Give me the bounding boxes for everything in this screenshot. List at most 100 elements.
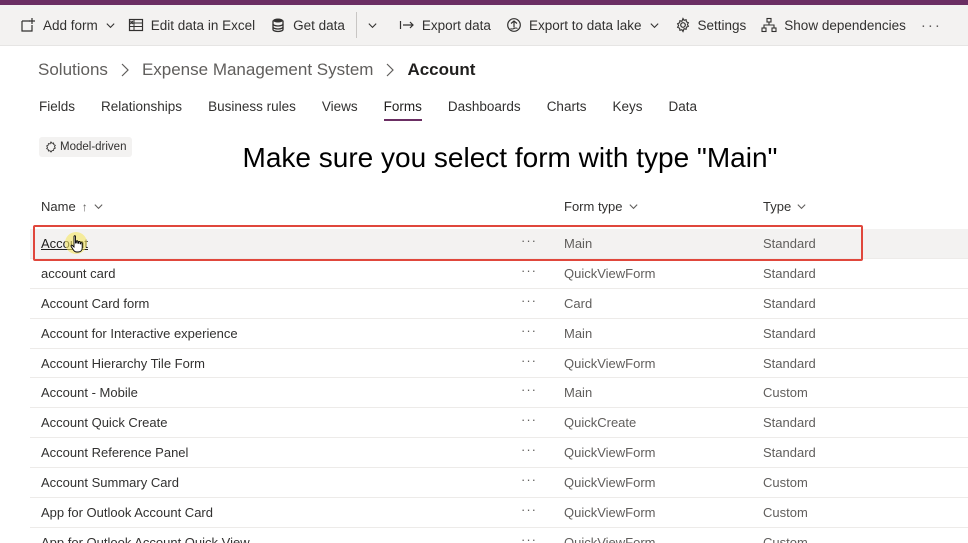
data-lake-icon [506, 17, 522, 33]
column-form-type-label: Form type [564, 199, 623, 214]
table-row[interactable]: Account Hierarchy Tile Form ··· QuickViewF… [30, 349, 968, 379]
form-name-cell[interactable]: App for Outlook Account Quick View [41, 535, 250, 543]
tab-fields[interactable]: Fields [39, 98, 75, 118]
chevron-right-icon [120, 63, 130, 77]
table-row[interactable]: Account Quick Create ··· QuickCreate Standa… [30, 408, 968, 439]
edit-in-excel-label: Edit data in Excel [150, 17, 256, 33]
chevron-right-icon [385, 63, 395, 77]
chevron-down-icon [628, 204, 638, 210]
get-data-dropdown-button[interactable] [367, 5, 384, 45]
column-type-label: Type [763, 199, 792, 214]
type-cell: Standard [763, 355, 816, 371]
tab-dashboards[interactable]: Dashboards [448, 98, 521, 118]
export-data-button[interactable]: Export data [399, 5, 491, 45]
breadcrumb-solutions[interactable]: Solutions [38, 60, 108, 80]
table-row[interactable]: App for Outlook Account Card ··· QuickView… [30, 498, 968, 528]
form-name-cell[interactable]: Account for Interactive experience [41, 326, 238, 341]
form-name-cell[interactable]: App for Outlook Account Card [41, 505, 213, 520]
type-cell: Custom [763, 385, 808, 401]
gear-icon [675, 17, 691, 33]
instruction-overlay-text: Make sure you select form with type "Mai… [242, 142, 778, 173]
row-actions-button[interactable]: ··· [521, 233, 537, 248]
type-cell: Standard [763, 236, 816, 251]
form-name-cell[interactable]: Account - Mobile [41, 385, 138, 400]
settings-label: Settings [697, 17, 747, 33]
table-row[interactable]: Account Summary Card ··· QuickViewForm Cust… [30, 468, 968, 499]
column-header-form-type[interactable]: Form type [564, 199, 639, 214]
form-name-cell[interactable]: Account [41, 236, 88, 251]
chevron-down-icon[interactable] [367, 20, 378, 31]
table-tabs: Fields Relationships Business rules View… [39, 98, 723, 124]
row-actions-button[interactable]: ··· [521, 353, 537, 368]
table-row[interactable]: App for Outlook Account Quick View ··· Qui… [30, 528, 968, 543]
row-actions-button[interactable]: ··· [521, 263, 537, 278]
export-data-label: Export data [421, 17, 491, 33]
tab-keys[interactable]: Keys [612, 98, 642, 118]
form-name-cell[interactable]: account card [41, 266, 115, 281]
tab-forms[interactable]: Forms [383, 98, 423, 121]
row-actions-button[interactable]: ··· [521, 472, 537, 487]
tab-charts[interactable]: Charts [547, 98, 587, 118]
breadcrumb-current: Account [407, 60, 476, 79]
row-actions-button[interactable]: ··· [521, 502, 537, 517]
breadcrumb-solution-name[interactable]: Expense Management System [142, 60, 374, 80]
settings-button[interactable]: Settings [675, 5, 747, 45]
tab-business-rules[interactable]: Business rules [208, 98, 296, 118]
table-row[interactable]: Account ··· Main Standard [30, 229, 968, 259]
form-type-cell: QuickViewForm [564, 355, 656, 371]
type-cell: Standard [763, 445, 816, 461]
type-cell: Custom [763, 505, 808, 521]
form-name-cell[interactable]: Account Summary Card [41, 475, 179, 490]
tab-relationships[interactable]: Relationships [101, 98, 182, 118]
command-bar: Add form Edit data in Excel Get data Exp… [0, 5, 968, 46]
form-type-cell: QuickViewForm [564, 505, 656, 521]
row-actions-button[interactable]: ··· [521, 412, 537, 427]
chevron-down-icon[interactable] [105, 20, 116, 31]
more-commands-button[interactable]: ··· [921, 5, 942, 45]
get-data-button[interactable]: Get data [270, 5, 345, 45]
type-cell: Custom [763, 475, 808, 491]
tab-views[interactable]: Views [322, 98, 358, 118]
grid-header: Name ↑ Form type Type [0, 196, 968, 222]
row-actions-button[interactable]: ··· [521, 323, 537, 338]
form-type-cell: QuickViewForm [564, 475, 656, 491]
sort-ascending-icon: ↑ [81, 199, 88, 214]
row-actions-button[interactable]: ··· [521, 532, 537, 543]
form-name-cell[interactable]: Account Card form [41, 296, 149, 311]
tab-data[interactable]: Data [668, 98, 697, 118]
table-row[interactable]: Account Card form ··· Card Standard [30, 289, 968, 319]
show-dependencies-button[interactable]: Show dependencies [761, 5, 906, 45]
form-type-cell: Main [564, 325, 593, 341]
add-form-button[interactable]: Add form [20, 5, 116, 45]
row-actions-button[interactable]: ··· [521, 382, 537, 397]
form-name-cell[interactable]: Account Quick Create [41, 415, 167, 430]
chevron-down-icon[interactable] [649, 20, 660, 31]
row-actions-button[interactable]: ··· [521, 293, 537, 308]
column-name-label: Name [41, 199, 76, 214]
type-cell: Standard [763, 265, 816, 281]
toolbar-divider [355, 12, 357, 38]
row-actions-button[interactable]: ··· [521, 442, 537, 457]
table-row[interactable]: Account for Interactive experience ··· Mai… [30, 319, 968, 349]
column-header-type[interactable]: Type [763, 199, 807, 214]
table-row[interactable]: Account Reference Panel ··· QuickViewForm S… [30, 438, 968, 469]
table-row[interactable]: Account - Mobile ··· Main Custom [30, 378, 968, 409]
type-cell: Custom [763, 534, 808, 543]
form-type-cell: Card [564, 295, 593, 311]
breadcrumb: Solutions Expense Management System Acco… [38, 58, 475, 82]
form-type-cell: Main [564, 236, 593, 251]
get-data-label: Get data [293, 17, 345, 33]
form-name-cell[interactable]: Account Hierarchy Tile Form [41, 356, 205, 371]
export-to-data-lake-button[interactable]: Export to data lake [506, 5, 660, 45]
column-header-name[interactable]: Name ↑ [41, 199, 104, 214]
forms-grid: Account ··· Main Standard account card ··· Qui… [30, 229, 968, 543]
excel-icon [128, 17, 144, 33]
table-row[interactable]: account card ··· QuickViewForm Standard [30, 259, 968, 289]
database-icon [270, 17, 286, 33]
edit-in-excel-button[interactable]: Edit data in Excel [128, 5, 255, 45]
form-type-cell: QuickCreate [564, 415, 637, 431]
form-type-cell: QuickViewForm [564, 265, 656, 281]
show-dependencies-label: Show dependencies [784, 17, 906, 33]
form-name-cell[interactable]: Account Reference Panel [41, 445, 188, 460]
export-to-data-lake-label: Export to data lake [528, 17, 642, 33]
